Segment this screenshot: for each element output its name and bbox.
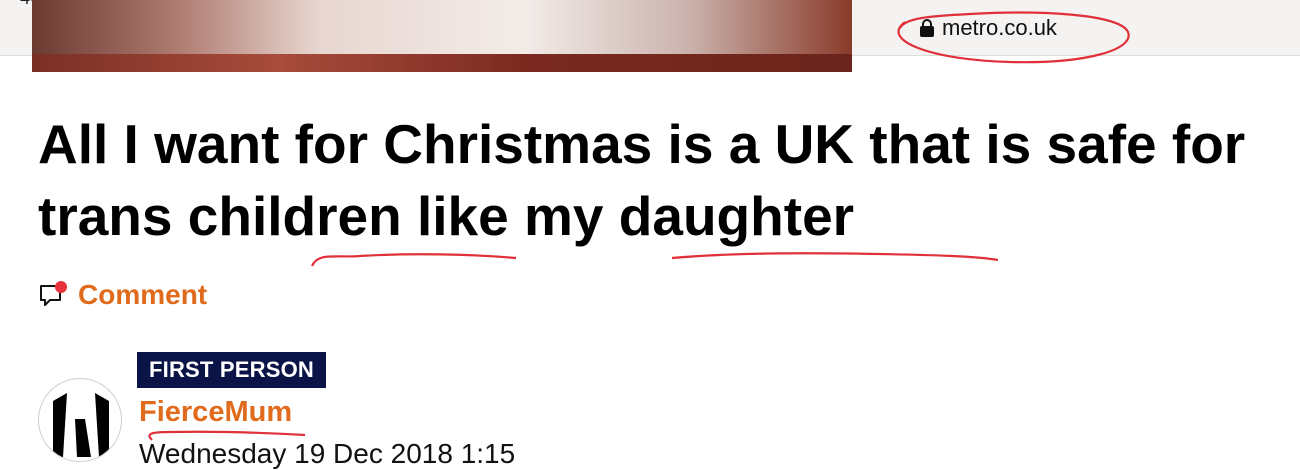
hero-image (32, 0, 852, 72)
address-bar[interactable]: metro.co.uk (920, 14, 1057, 42)
publish-date: Wednesday 19 Dec 2018 1:15 (139, 438, 516, 469)
lock-icon (920, 19, 934, 37)
underline-children-annotation (310, 253, 517, 267)
comment-label[interactable]: Comment (78, 279, 207, 311)
comment-bubble-icon (38, 280, 68, 310)
comment-link[interactable]: Comment (38, 279, 207, 311)
metro-logo-avatar (53, 393, 109, 457)
underline-daughter-annotation (671, 252, 999, 262)
article-headline: All I want for Christmas is a UK that is… (38, 113, 1246, 247)
first-person-badge: FIRST PERSON (137, 352, 326, 388)
url-text[interactable]: metro.co.uk (942, 15, 1057, 41)
author-name-link[interactable]: FierceMum (139, 396, 292, 429)
author-avatar[interactable] (38, 378, 122, 462)
